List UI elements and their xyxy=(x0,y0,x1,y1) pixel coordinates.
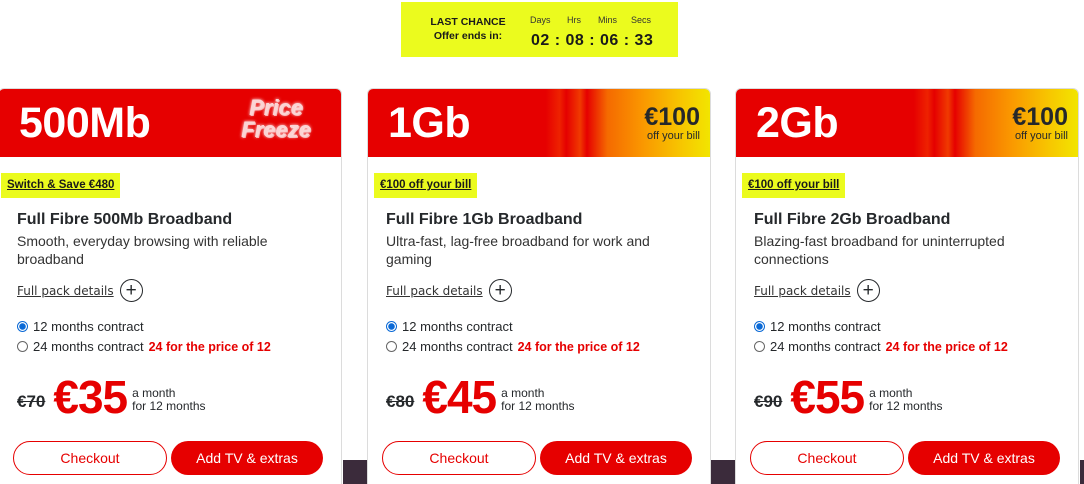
add-tv-extras-button[interactable]: Add TV & extras xyxy=(908,441,1060,475)
price-period-line2: for 12 months xyxy=(501,399,575,413)
current-price: €55 xyxy=(790,371,865,423)
contract-option-24[interactable]: 24 months contract 24 for the price of 1… xyxy=(754,339,1008,354)
current-price: €35 xyxy=(53,371,128,423)
was-price: €90 xyxy=(754,392,783,411)
price-row: €90 €55 a month for 12 months xyxy=(754,371,943,423)
contract-option-24[interactable]: 24 months contract 24 for the price of 1… xyxy=(17,339,271,354)
contract-promo-text: 24 for the price of 12 xyxy=(148,339,271,354)
unit-mins: Mins xyxy=(598,15,618,25)
contract-option-label: 24 months contract xyxy=(33,339,144,354)
offer-text: off your bill xyxy=(647,130,700,142)
countdown-banner: LAST CHANCE Offer ends in: Days Hrs Mins… xyxy=(401,2,678,57)
countdown-subtitle: Offer ends in: xyxy=(433,30,503,42)
promo-tag[interactable]: €100 off your bill xyxy=(742,173,846,198)
contract-option-12[interactable]: 12 months contract xyxy=(754,319,881,334)
unit-secs: Secs xyxy=(631,15,652,25)
contract-option-label: 12 months contract xyxy=(770,319,881,334)
full-pack-details[interactable]: Full pack details + xyxy=(17,279,143,302)
plus-icon[interactable]: + xyxy=(488,279,512,302)
price-freeze-word-2: Freeze xyxy=(241,117,311,142)
plan-speed: 2Gb xyxy=(756,99,839,147)
price-row: €80 €45 a month for 12 months xyxy=(386,371,575,423)
radio-selected[interactable] xyxy=(754,321,765,332)
offer-amount: €100 xyxy=(644,103,700,131)
price-row: €70 €35 a month for 12 months xyxy=(17,371,206,423)
current-price: €45 xyxy=(422,371,497,423)
offer-amount: €100 xyxy=(1012,103,1068,131)
plan-title: Full Fibre 1Gb Broadband xyxy=(386,211,583,228)
price-freeze-word-1: Price xyxy=(249,95,303,120)
full-pack-details-link[interactable]: Full pack details xyxy=(386,284,483,298)
price-period: a month for 12 months xyxy=(132,387,205,413)
plan-card-500mb: 500Mb Price Freeze Switch & Save €480 Fu… xyxy=(0,88,342,484)
add-tv-extras-button[interactable]: Add TV & extras xyxy=(540,441,692,475)
unit-days: Days xyxy=(530,15,551,25)
radio-selected[interactable] xyxy=(386,321,397,332)
plan-description: Ultra-fast, lag-free broadband for work … xyxy=(386,233,650,267)
plan-card-1gb: 1Gb €100 off your bill €100 off your bil… xyxy=(367,88,711,484)
contract-option-label: 24 months contract xyxy=(402,339,513,354)
plan-card-2gb: 2Gb €100 off your bill €100 off your bil… xyxy=(735,88,1079,484)
full-pack-details[interactable]: Full pack details + xyxy=(386,279,512,302)
contract-option-12[interactable]: 12 months contract xyxy=(17,319,144,334)
plan-title: Full Fibre 500Mb Broadband xyxy=(17,211,233,228)
contract-option-label: 12 months contract xyxy=(402,319,513,334)
price-period-line2: for 12 months xyxy=(132,399,206,413)
plan-speed: 1Gb xyxy=(388,99,471,147)
price-period-line2: for 12 months xyxy=(869,399,943,413)
plan-banner: 2Gb €100 off your bill xyxy=(736,89,1078,157)
contract-option-24[interactable]: 24 months contract 24 for the price of 1… xyxy=(386,339,640,354)
countdown-label: LAST CHANCE Offer ends in: xyxy=(415,15,521,43)
offer-badge: €100 off your bill xyxy=(644,105,700,143)
plan-speed: 500Mb xyxy=(19,99,151,147)
radio-unselected[interactable] xyxy=(386,341,397,352)
plus-icon[interactable]: + xyxy=(856,279,880,302)
background-strip xyxy=(1080,460,1084,484)
offer-badge: €100 off your bill xyxy=(1012,105,1068,143)
contract-option-label: 12 months contract xyxy=(33,319,144,334)
plan-description: Blazing-fast broadband for uninterrupted… xyxy=(754,233,1005,267)
offer-text: off your bill xyxy=(1015,130,1068,142)
promo-tag[interactable]: Switch & Save €480 xyxy=(1,173,121,198)
full-pack-details-link[interactable]: Full pack details xyxy=(754,284,851,298)
contract-option-12[interactable]: 12 months contract xyxy=(386,319,513,334)
checkout-button[interactable]: Checkout xyxy=(13,441,167,475)
price-period: a month for 12 months xyxy=(869,387,942,413)
was-price: €80 xyxy=(386,392,415,411)
checkout-button[interactable]: Checkout xyxy=(750,441,904,475)
price-period: a month for 12 months xyxy=(501,387,574,413)
was-price: €70 xyxy=(17,392,46,411)
plan-banner: 1Gb €100 off your bill xyxy=(368,89,710,157)
radio-selected[interactable] xyxy=(17,321,28,332)
plan-description: Smooth, everyday browsing with reliable … xyxy=(17,233,268,267)
broadband-offers-page: LAST CHANCE Offer ends in: Days Hrs Mins… xyxy=(0,0,1084,484)
plan-title: Full Fibre 2Gb Broadband xyxy=(754,211,951,228)
radio-unselected[interactable] xyxy=(754,341,765,352)
promo-tag[interactable]: €100 off your bill xyxy=(374,173,478,198)
plus-icon[interactable]: + xyxy=(119,279,143,302)
plan-banner: 500Mb Price Freeze xyxy=(0,89,341,157)
background-strip xyxy=(343,460,368,484)
unit-hrs: Hrs xyxy=(567,15,581,25)
contract-promo-text: 24 for the price of 12 xyxy=(885,339,1008,354)
full-pack-details-link[interactable]: Full pack details xyxy=(17,284,114,298)
countdown-title: LAST CHANCE xyxy=(430,16,506,28)
add-tv-extras-button[interactable]: Add TV & extras xyxy=(171,441,323,475)
background-strip xyxy=(711,460,736,484)
radio-unselected[interactable] xyxy=(17,341,28,352)
contract-promo-text: 24 for the price of 12 xyxy=(517,339,640,354)
full-pack-details[interactable]: Full pack details + xyxy=(754,279,880,302)
price-freeze-graphic: Price Freeze xyxy=(231,97,321,141)
checkout-button[interactable]: Checkout xyxy=(382,441,536,475)
contract-option-label: 24 months contract xyxy=(770,339,881,354)
countdown-timer: 02 : 08 : 06 : 33 xyxy=(531,32,654,49)
